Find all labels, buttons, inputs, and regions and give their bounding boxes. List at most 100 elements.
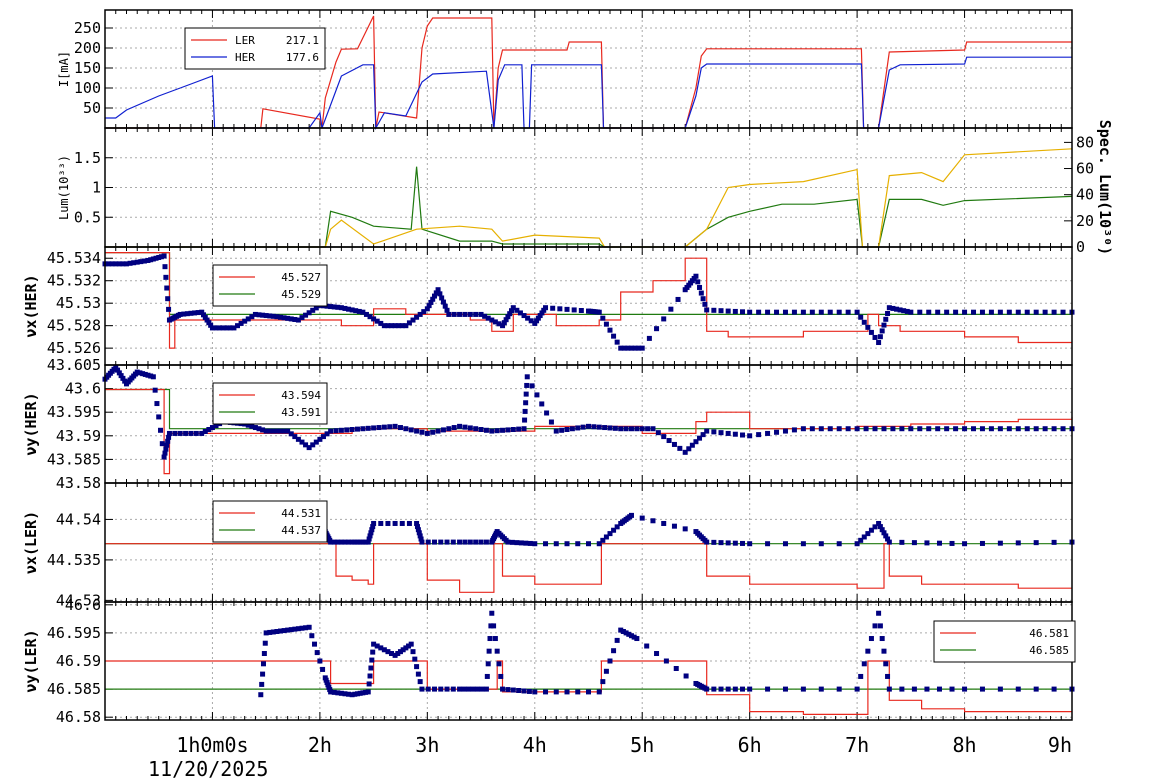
data-point [818,309,824,315]
data-point [430,429,436,435]
data-point [614,637,620,643]
data-point [883,661,889,667]
data-point [747,433,753,439]
y-axis-label: νy(LER) [22,629,40,692]
y-tick-label: 250 [74,19,101,37]
legend: 45.527 45.529 [212,264,328,307]
data-point [971,426,977,432]
data-point [534,392,540,398]
data-point [467,539,473,545]
data-point [387,424,393,430]
data-point [944,426,950,432]
data-point [431,539,437,545]
data-point [473,426,479,432]
legend-value: 177.6 [286,51,319,64]
data-point [478,427,484,433]
y-tick-label: 46.6 [65,596,101,614]
data-point [349,427,355,433]
data-point [467,425,473,431]
data-point [890,426,896,432]
data-point [410,649,416,655]
data-point [827,426,833,432]
data-point [740,432,746,438]
data-point [159,441,165,447]
y-tick-label: 43.58 [56,474,101,492]
data-point [697,284,703,290]
data-point [899,539,905,545]
y-tick-label: 45.526 [47,339,101,357]
data-point [553,689,559,695]
data-point [498,673,504,679]
data-point [548,419,554,425]
data-point [979,540,985,546]
y-tick-label: 46.58 [56,708,101,726]
data-point [417,679,423,685]
y-tick-label: 45.53 [56,294,101,312]
legend-value: 44.537 [281,524,321,537]
data-point [899,686,905,692]
data-point [695,279,701,285]
data-point [836,686,842,692]
data-point [936,686,942,692]
data-point [543,305,549,311]
data-point [747,686,753,692]
y-tick-label: 46.59 [56,652,101,670]
data-point [645,426,651,432]
data-point [1015,686,1021,692]
data-point [607,658,613,664]
data-point [791,427,797,433]
data-point [602,425,608,431]
data-point [473,311,479,317]
data-point [747,309,753,315]
data-point [765,430,771,436]
data-point [516,426,522,432]
data-point [926,309,932,315]
series-luminosity [105,166,1073,248]
data-point [414,428,420,434]
data-point [479,686,485,692]
data-point [1033,426,1039,432]
legend-value: 43.591 [281,406,321,419]
data-point [693,273,699,279]
data-point [600,679,606,685]
legend-value: 45.527 [281,271,321,284]
data-point [1033,540,1039,546]
data-point [500,686,506,692]
data-point [872,623,878,629]
data-point [854,426,860,432]
data-point [908,309,914,315]
data-point [487,636,493,642]
data-point [440,427,446,433]
data-point [435,428,441,434]
data-point [612,425,618,431]
data-point [524,374,530,380]
x-tick-label: 2h [308,733,332,757]
data-point [376,425,382,431]
y-tick-label: 200 [74,39,101,57]
data-point [260,671,266,677]
legend-value: 46.581 [1029,627,1069,640]
data-point [365,425,371,431]
data-point [732,540,738,546]
data-point [997,540,1003,546]
data-point [740,540,746,546]
data-point [371,520,377,526]
data-point [415,671,421,677]
data-point [704,307,710,313]
data-point [936,540,942,546]
data-point [782,309,788,315]
data-point [809,426,815,432]
data-point [725,430,731,436]
data-point [492,636,498,642]
data-point [150,374,156,380]
data-point [522,408,528,414]
data-point [962,541,968,547]
data-point [188,430,194,436]
data-point [314,650,320,656]
data-point [446,311,452,317]
data-point [457,423,463,429]
data-point [988,309,994,315]
data-point [634,636,640,642]
data-point [505,539,511,545]
data-point [953,309,959,315]
